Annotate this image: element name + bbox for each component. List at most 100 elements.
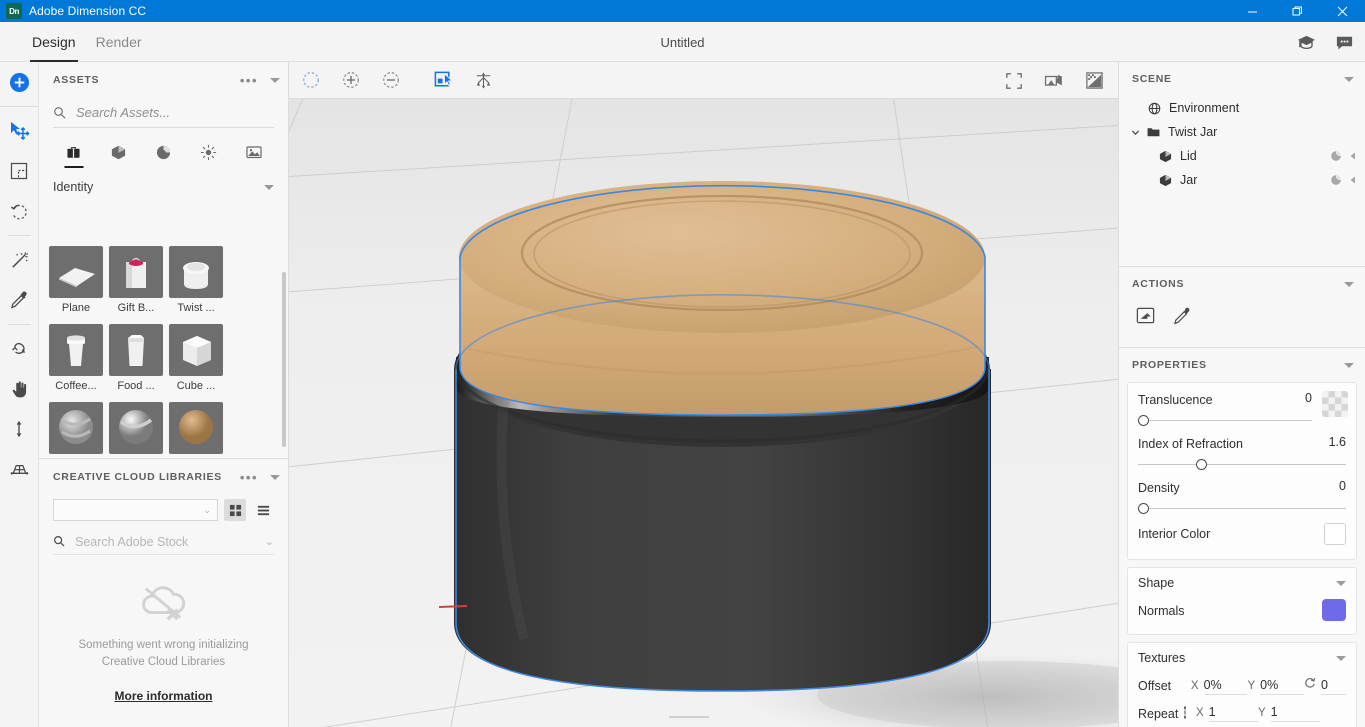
offset-y-field[interactable]: Y 0% [1247, 678, 1305, 695]
rotation-field[interactable]: 0 [1304, 677, 1346, 695]
scene-item-environment[interactable]: Environment [1119, 96, 1365, 120]
libraries-overflow-icon[interactable]: ••• [240, 471, 258, 484]
actions-collapse-icon[interactable] [1344, 281, 1354, 287]
libraries-error-message: Something went wrong initializing Creati… [78, 637, 248, 671]
chevron-left-icon[interactable] [1349, 175, 1357, 185]
translucence-swatch[interactable] [1322, 391, 1348, 417]
slider-knob[interactable] [1138, 415, 1149, 426]
place-on-ground-icon[interactable] [1135, 305, 1156, 331]
properties-panel-header: PROPERTIES [1119, 348, 1365, 382]
minimize-button[interactable] [1230, 0, 1275, 22]
add-icon[interactable] [0, 62, 39, 102]
scene-item-lid[interactable]: Lid [1119, 144, 1365, 168]
marquee-select-icon[interactable] [0, 151, 39, 191]
density-slider[interactable] [1138, 499, 1346, 519]
chevron-down-icon[interactable] [1336, 656, 1346, 661]
learn-icon[interactable] [1295, 31, 1317, 53]
subtract-selection-icon[interactable] [371, 62, 411, 99]
library-grid-view-button[interactable] [224, 499, 246, 521]
chevron-down-icon[interactable] [1336, 581, 1346, 586]
stock-search-input[interactable] [75, 534, 256, 549]
render-preview-icon[interactable] [1074, 62, 1114, 99]
slider-track [1138, 420, 1312, 421]
tab-render[interactable]: Render [86, 22, 152, 62]
asset-item[interactable]: Plane [49, 246, 103, 318]
offset-x-field[interactable]: X 0% [1191, 678, 1248, 695]
images-icon[interactable] [231, 138, 276, 166]
chevron-down-icon[interactable]: ⌄ [265, 535, 274, 548]
select-outline-icon[interactable] [291, 62, 331, 99]
library-list-view-button[interactable] [252, 499, 274, 521]
shape-section-header[interactable]: Shape [1138, 576, 1346, 590]
rotate-icon[interactable] [0, 329, 39, 369]
ior-slider[interactable] [1138, 455, 1346, 475]
translucence-slider[interactable] [1138, 411, 1312, 431]
properties-collapse-icon[interactable] [1344, 362, 1354, 368]
asset-grid-scroll-region: Plane Gift B... Twist ... Coffee... Food… [39, 238, 289, 456]
scene-item-badges [1330, 150, 1357, 162]
libraries-collapse-icon[interactable] [270, 474, 280, 480]
asset-item[interactable]: Twist ... [169, 246, 223, 318]
scene-collapse-icon[interactable] [1344, 76, 1354, 82]
asset-label: Cube ... [176, 380, 216, 392]
repeat-y-field[interactable]: Y 1 [1258, 705, 1320, 722]
asset-item[interactable]: Food ... [109, 324, 163, 396]
repeat-label-wrap: Repeat [1138, 705, 1196, 722]
search-input[interactable] [76, 105, 274, 120]
lights-icon[interactable] [186, 138, 231, 166]
asset-item[interactable]: Coffee... [49, 324, 103, 396]
chevron-down-icon[interactable] [264, 184, 274, 190]
more-information-link[interactable]: More information [115, 689, 213, 703]
interior-color-label: Interior Color [1138, 527, 1211, 541]
feedback-icon[interactable] [1333, 31, 1355, 53]
chevron-left-icon[interactable] [1349, 151, 1357, 161]
assets-collapse-icon[interactable] [270, 77, 280, 83]
select-move-icon[interactable] [0, 111, 39, 151]
interior-color-swatch[interactable] [1324, 523, 1346, 545]
eyedropper-icon[interactable] [0, 280, 39, 320]
asset-item[interactable]: Gloss... [109, 402, 163, 456]
assets-overflow-icon[interactable]: ••• [240, 74, 258, 87]
horizon-icon[interactable] [0, 449, 39, 489]
asset-label: Plane [61, 302, 91, 314]
asset-group-row[interactable]: Identity [53, 178, 274, 196]
scene-item-jar[interactable]: Jar [1119, 168, 1365, 192]
viewport-canvas[interactable] [289, 99, 1118, 727]
axis-x-label: X [1190, 679, 1199, 692]
asset-item[interactable]: Gift B... [109, 246, 163, 318]
material-icon[interactable] [1330, 150, 1342, 162]
tab-design[interactable]: Design [22, 22, 86, 62]
distribute-icon[interactable] [463, 62, 503, 99]
magic-wand-icon[interactable] [0, 240, 39, 280]
scene-item-twist-jar[interactable]: Twist Jar [1119, 120, 1365, 144]
asset-item[interactable]: Diago... [49, 402, 103, 456]
slider-knob[interactable] [1138, 503, 1149, 514]
chevron-down-icon[interactable] [1129, 128, 1142, 137]
material-icon[interactable] [1330, 174, 1342, 186]
document-title: Untitled [660, 34, 705, 50]
fit-to-screen-icon[interactable] [994, 62, 1034, 99]
slider-knob[interactable] [1196, 459, 1208, 470]
library-select[interactable]: ⌄ [53, 499, 218, 521]
repeat-x-field[interactable]: X 1 [1196, 705, 1258, 722]
asset-item[interactable] [169, 402, 223, 456]
eyedropper-icon[interactable] [1172, 306, 1192, 331]
orbit-icon[interactable] [0, 191, 39, 231]
asset-item[interactable]: Cube ... [169, 324, 223, 396]
scale-icon[interactable] [0, 409, 39, 449]
link-icon[interactable] [1180, 705, 1190, 722]
textures-section-header[interactable]: Textures [1138, 651, 1346, 665]
close-button[interactable] [1320, 0, 1365, 22]
globe-icon [1146, 100, 1162, 116]
camera-bookmark-icon[interactable] [1034, 62, 1074, 99]
materials-icon[interactable] [141, 138, 186, 166]
model-icon [1157, 172, 1173, 188]
restore-button[interactable] [1275, 0, 1320, 22]
models-icon[interactable] [96, 138, 141, 166]
add-selection-icon[interactable] [331, 62, 371, 99]
pan-icon[interactable] [0, 369, 39, 409]
assets-scrollbar[interactable] [282, 272, 286, 447]
normals-swatch[interactable] [1322, 599, 1346, 621]
place-material-icon[interactable] [423, 62, 463, 99]
starter-assets-icon[interactable] [51, 138, 96, 166]
